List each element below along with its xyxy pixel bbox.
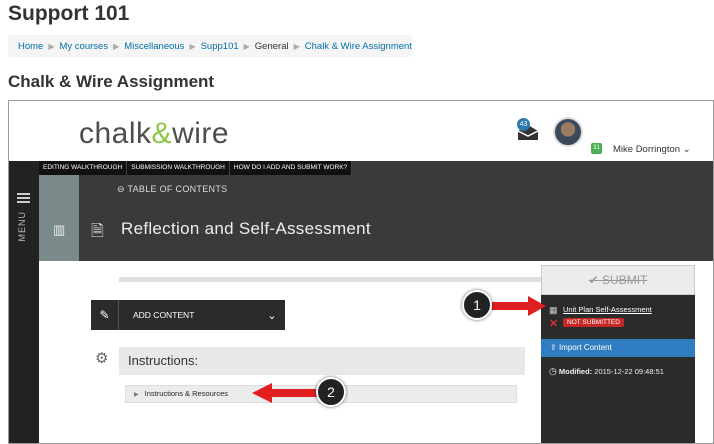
user-count-badge: 31	[591, 143, 602, 154]
chevron-down-icon: ⌄	[682, 144, 691, 155]
breadcrumb-separator-icon: ▶	[113, 41, 120, 51]
checkmark-icon: ✔	[588, 273, 599, 287]
clock-icon: ◷	[549, 366, 557, 376]
gear-icon[interactable]: ⚙	[95, 349, 108, 367]
menu-label[interactable]: MENU	[17, 211, 27, 242]
book-column	[39, 161, 79, 261]
import-content-button[interactable]: ⇪ Import Content	[541, 339, 695, 357]
table-of-contents-link[interactable]: ⊖ TABLE OF CONTENTS	[117, 184, 227, 195]
unit-plan-link[interactable]: Unit Plan Self-Assessment	[563, 305, 652, 314]
tab-how-to-submit[interactable]: HOW DO I ADD AND SUBMIT WORK?	[229, 161, 353, 175]
add-content-label: ADD CONTENT	[133, 310, 195, 320]
submit-button[interactable]: ✔ SUBMIT	[541, 265, 695, 295]
breadcrumb-separator-icon: ▶	[293, 41, 300, 51]
document-icon: 🗎	[91, 223, 104, 240]
callout-1: 1	[462, 290, 492, 320]
submission-panel-tail	[541, 401, 695, 417]
breadcrumb-miscellaneous[interactable]: Miscellaneous	[124, 41, 184, 52]
chevron-down-icon: ⌄	[267, 309, 277, 322]
tab-editing-walkthrough[interactable]: EDITING WALKTHROUGH	[39, 161, 128, 175]
open-book-icon[interactable]: ▥	[53, 222, 65, 238]
tab-submission-walkthrough[interactable]: SUBMISSION WALKTHROUGH	[127, 161, 230, 175]
breadcrumb-separator-icon: ▶	[243, 41, 250, 51]
breadcrumb-assignment[interactable]: Chalk & Wire Assignment	[305, 41, 412, 52]
close-icon: ✕	[549, 318, 559, 330]
triangle-right-icon: ▶	[134, 392, 139, 398]
breadcrumb-separator-icon: ▶	[189, 41, 196, 51]
add-content-button[interactable]: ✎ ADD CONTENT ⌄	[91, 300, 285, 330]
breadcrumb-supp101[interactable]: Supp101	[201, 41, 239, 52]
breadcrumb-separator-icon: ▶	[48, 41, 55, 51]
circle-arrow-left-icon: ⊖	[117, 184, 125, 194]
progress-bar	[119, 277, 549, 282]
breadcrumb-general: General	[254, 40, 289, 52]
breadcrumb: Home ▶ My courses ▶ Miscellaneous ▶ Supp…	[8, 35, 412, 57]
upload-icon: ⇪	[550, 343, 557, 352]
breadcrumb-my-courses[interactable]: My courses	[60, 41, 109, 52]
section-title: Reflection and Self-Assessment	[121, 219, 371, 238]
grid-icon: ▦	[549, 305, 558, 315]
pencil-icon: ✎	[91, 300, 119, 330]
hamburger-icon[interactable]	[17, 193, 30, 205]
user-menu[interactable]: Mike Dorrington ⌄	[613, 144, 691, 155]
chalk-wire-logo[interactable]: chalk&wire	[79, 117, 229, 151]
instructions-header: Instructions:	[119, 347, 525, 375]
breadcrumb-home[interactable]: Home	[18, 41, 43, 52]
status-badge: NOT SUBMITTED	[563, 318, 624, 327]
inbox-count-badge: 43	[517, 118, 530, 131]
site-title: Support 101	[8, 2, 130, 25]
walkthrough-tabs: EDITING WALKTHROUGH SUBMISSION WALKTHROU…	[39, 161, 353, 175]
section-header-band	[79, 161, 713, 261]
callout-2: 2	[316, 377, 346, 407]
avatar[interactable]	[553, 117, 583, 147]
page-heading: Chalk & Wire Assignment	[8, 72, 215, 91]
modified-timestamp: ◷ Modified: 2015-12-22 09:48:51	[549, 366, 664, 376]
chalk-wire-frame: chalk&wire 43 31 Mike Dorrington ⌄ MENU …	[8, 100, 714, 444]
